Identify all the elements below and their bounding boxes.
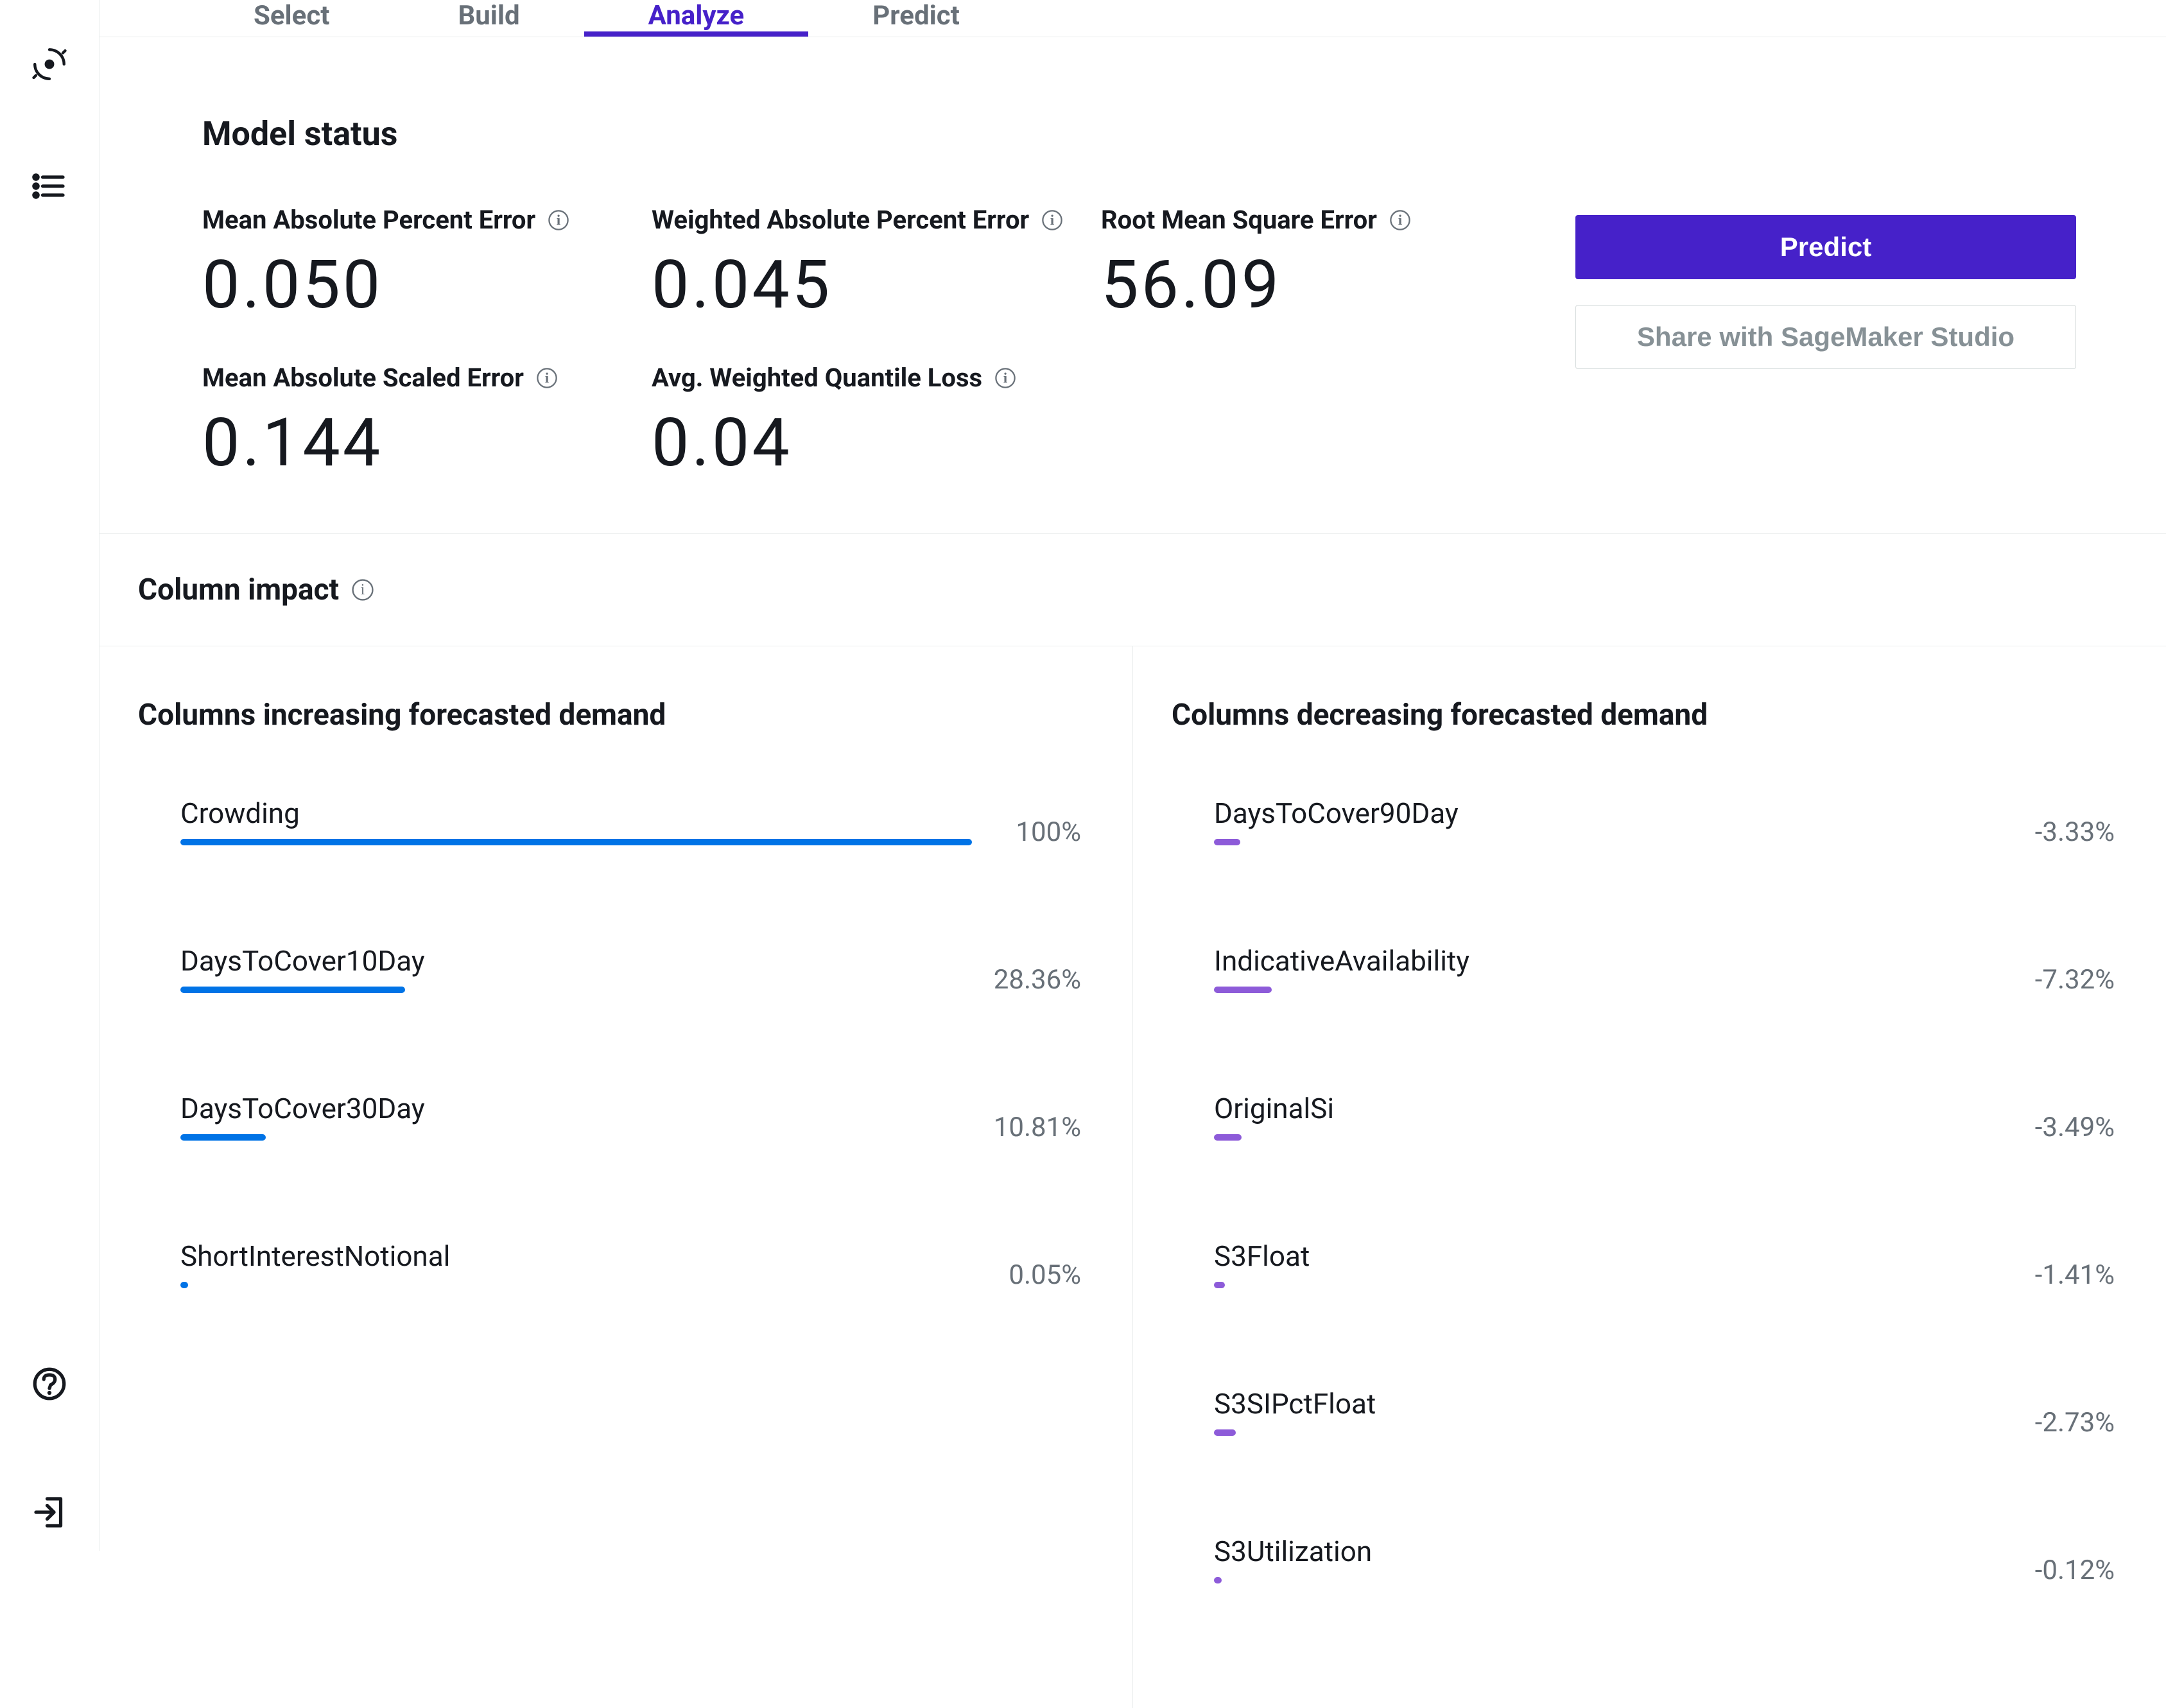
impact-bar <box>1214 1577 2006 1586</box>
metric-value: 0.04 <box>652 404 1101 482</box>
model-status-section: Model status Mean Absolute Percent Error… <box>100 37 2166 534</box>
svg-text:i: i <box>1003 369 1007 385</box>
impact-bar <box>180 987 972 996</box>
column-impact-item: Crowding100% <box>138 797 1094 848</box>
column-impact-item: S3Float-1.41% <box>1172 1239 2127 1291</box>
column-impact-item: ShortInterestNotional0.05% <box>138 1239 1094 1291</box>
increasing-column: Columns increasing forecasted demand Cro… <box>100 646 1133 1708</box>
exit-icon[interactable] <box>24 1487 75 1538</box>
svg-text:i: i <box>545 369 549 385</box>
column-name: IndicativeAvailability <box>1214 944 2006 978</box>
metric-value: 0.045 <box>652 246 1101 324</box>
metric-label: Avg. Weighted Quantile Lossi <box>652 363 1101 393</box>
impact-percent: -3.49% <box>2006 1112 2115 1143</box>
column-name: ShortInterestNotional <box>180 1239 972 1273</box>
impact-bar <box>1214 839 2006 848</box>
column-name: S3SIPctFloat <box>1214 1387 2006 1420</box>
column-name: DaysToCover30Day <box>180 1092 972 1125</box>
metric: Mean Absolute Scaled Errori 0.144 <box>202 363 652 482</box>
impact-bar <box>180 1282 972 1291</box>
help-icon[interactable] <box>24 1358 75 1410</box>
impact-percent: -1.41% <box>2006 1259 2115 1291</box>
column-impact-item: DaysToCover10Day28.36% <box>138 944 1094 996</box>
list-icon[interactable] <box>24 160 75 212</box>
impact-bar <box>1214 1429 2006 1438</box>
column-name: Crowding <box>180 797 972 830</box>
column-name: S3Float <box>1214 1239 2006 1273</box>
info-icon[interactable]: i <box>994 367 1017 390</box>
impact-percent: -2.73% <box>2006 1407 2115 1438</box>
tabs: SelectBuildAnalyzePredict <box>100 0 2166 37</box>
impact-percent: -0.12% <box>2006 1555 2115 1586</box>
impact-bar <box>180 1134 972 1143</box>
column-impact-item: DaysToCover30Day10.81% <box>138 1092 1094 1143</box>
metric-label: Root Mean Square Errori <box>1101 205 1550 235</box>
column-name: S3Utilization <box>1214 1535 2006 1568</box>
impact-percent: -3.33% <box>2006 816 2115 848</box>
metric-value: 56.09 <box>1101 246 1550 324</box>
metric-value: 0.144 <box>202 404 652 482</box>
info-icon[interactable]: i <box>547 209 570 232</box>
metric-label: Mean Absolute Scaled Errori <box>202 363 652 393</box>
logo-icon[interactable] <box>24 39 75 90</box>
svg-text:i: i <box>557 211 560 227</box>
metric: Mean Absolute Percent Errori 0.050 <box>202 205 652 324</box>
info-icon[interactable]: i <box>351 578 375 602</box>
tab-build[interactable]: Build <box>394 0 584 37</box>
share-sagemaker-button: Share with SageMaker Studio <box>1575 305 2076 369</box>
increasing-title: Columns increasing forecasted demand <box>138 698 1094 732</box>
impact-percent: 100% <box>972 816 1081 848</box>
decreasing-column: Columns decreasing forecasted demand Day… <box>1133 646 2166 1708</box>
column-impact-body: Columns increasing forecasted demand Cro… <box>100 646 2166 1708</box>
decreasing-title: Columns decreasing forecasted demand <box>1172 698 2127 732</box>
impact-percent: -7.32% <box>2006 964 2115 996</box>
impact-bar <box>1214 1282 2006 1291</box>
column-impact-item: OriginalSi-3.49% <box>1172 1092 2127 1143</box>
info-icon[interactable]: i <box>1041 209 1064 232</box>
metric-label: Weighted Absolute Percent Errori <box>652 205 1101 235</box>
column-impact-item: S3SIPctFloat-2.73% <box>1172 1387 2127 1438</box>
metric: Root Mean Square Errori 56.09 <box>1101 205 1550 324</box>
tab-predict[interactable]: Predict <box>808 0 1024 37</box>
metric: Avg. Weighted Quantile Lossi 0.04 <box>652 363 1101 482</box>
info-icon[interactable]: i <box>535 367 559 390</box>
column-impact-item: IndicativeAvailability-7.32% <box>1172 944 2127 996</box>
impact-bar <box>1214 1134 2006 1143</box>
column-impact-title: Column impact <box>138 573 339 607</box>
impact-percent: 0.05% <box>972 1259 1081 1291</box>
info-icon[interactable]: i <box>1389 209 1412 232</box>
tab-analyze[interactable]: Analyze <box>584 0 809 37</box>
column-name: OriginalSi <box>1214 1092 2006 1125</box>
sidebar <box>0 0 100 1551</box>
column-name: DaysToCover10Day <box>180 944 972 978</box>
tab-select[interactable]: Select <box>189 0 394 37</box>
predict-button[interactable]: Predict <box>1575 215 2076 279</box>
metric-label: Mean Absolute Percent Errori <box>202 205 652 235</box>
column-impact-item: S3Utilization-0.12% <box>1172 1535 2127 1586</box>
impact-bar <box>180 839 972 848</box>
impact-percent: 28.36% <box>972 964 1081 996</box>
metric: Weighted Absolute Percent Errori 0.045 <box>652 205 1101 324</box>
column-name: DaysToCover90Day <box>1214 797 2006 830</box>
column-impact-header: Column impact i <box>100 534 2166 646</box>
svg-text:i: i <box>361 582 365 598</box>
impact-percent: 10.81% <box>972 1112 1081 1143</box>
metric-value: 0.050 <box>202 246 652 324</box>
impact-bar <box>1214 987 2006 996</box>
svg-text:i: i <box>1398 211 1402 227</box>
model-status-title: Model status <box>202 114 2076 153</box>
svg-text:i: i <box>1050 211 1054 227</box>
column-impact-item: DaysToCover90Day-3.33% <box>1172 797 2127 848</box>
